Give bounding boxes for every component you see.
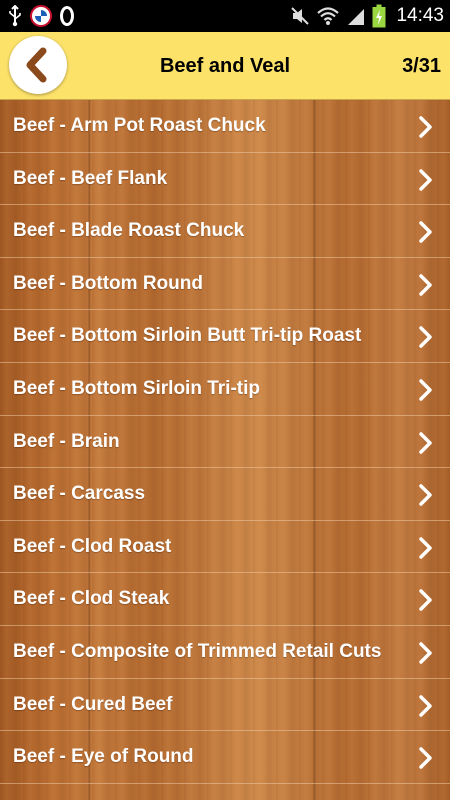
chevron-right-icon: [419, 168, 432, 191]
status-bar-right: 14:43: [290, 3, 444, 29]
chevron-right-icon: [419, 274, 432, 296]
list-item[interactable]: Beef - Clod Steak: [0, 573, 450, 626]
list-item[interactable]: Beef - Bottom Sirloin Tri-tip: [0, 363, 450, 416]
list-item-label: Beef - Carcass: [13, 483, 146, 505]
opera-icon: [60, 6, 74, 26]
list-item-label: Beef - Eye of Round: [13, 746, 194, 768]
list-item[interactable]: Beef - Blade Roast Chuck: [0, 205, 450, 258]
list-item[interactable]: Beef - Clod Roast: [0, 521, 450, 574]
chevron-right-icon: [419, 431, 432, 454]
list-item[interactable]: Beef - Brain: [0, 416, 450, 469]
chevron-right-icon: [419, 642, 432, 664]
clock: 14:43: [396, 5, 444, 26]
food-list[interactable]: Beef - Arm Pot Roast Chuck Beef - Beef F…: [0, 100, 450, 800]
list-item[interactable]: [0, 784, 450, 800]
chevron-right-icon: [419, 326, 432, 349]
battery-charging-icon: [372, 4, 386, 28]
chevron-right-icon: [419, 221, 432, 243]
list-item[interactable]: Beef - Carcass: [0, 468, 450, 521]
chevron-right-icon: [419, 694, 432, 717]
chevron-right-icon: [419, 747, 432, 769]
status-bar-left: [8, 4, 74, 28]
chevron-right-icon: [419, 537, 432, 559]
list-item[interactable]: Beef - Composite of Trimmed Retail Cuts: [0, 626, 450, 679]
mute-icon: [291, 7, 310, 25]
list-item-label: Beef - Cured Beef: [13, 693, 173, 715]
list-item[interactable]: Beef - Beef Flank: [0, 153, 450, 206]
list-item[interactable]: Beef - Eye of Round: [0, 731, 450, 784]
list-item-label: Beef - Composite of Trimmed Retail Cuts: [13, 640, 382, 662]
page-counter: 3/31: [402, 55, 441, 77]
chevron-right-icon: [419, 589, 432, 612]
chevron-right-icon: [419, 116, 432, 138]
page-title: Beef and Veal: [159, 55, 291, 77]
list-item-label: Beef - Clod Steak: [13, 588, 170, 610]
chevron-right-icon: [419, 379, 432, 401]
wifi-icon: [317, 7, 340, 25]
list-item[interactable]: Beef - Arm Pot Roast Chuck: [0, 100, 450, 153]
fcb-badge-icon: [30, 5, 52, 27]
list-item-label: Beef - Bottom Sirloin Butt Tri-tip Roast: [13, 325, 362, 347]
list-item-label: Beef - Beef Flank: [13, 167, 168, 189]
list-item-label: Beef - Bottom Sirloin Tri-tip: [13, 377, 260, 399]
list-item[interactable]: Beef - Bottom Round: [0, 258, 450, 311]
status-bar: 14:43: [0, 0, 450, 32]
app-header: Beef and Veal 3/31: [0, 32, 450, 100]
back-button[interactable]: [9, 36, 67, 94]
signal-icon: [348, 9, 365, 25]
list-item-label: Beef - Blade Roast Chuck: [13, 220, 245, 242]
list-item[interactable]: Beef - Cured Beef: [0, 679, 450, 732]
list-item-label: Beef - Brain: [13, 430, 120, 452]
usb-icon: [9, 5, 21, 27]
list-item-label: Beef - Bottom Round: [13, 272, 203, 294]
chevron-left-icon: [26, 47, 47, 83]
chevron-right-icon: [419, 484, 432, 506]
list-item-label: Beef - Clod Roast: [13, 535, 172, 557]
list-item-label: Beef - Arm Pot Roast Chuck: [13, 115, 266, 136]
list-item[interactable]: Beef - Bottom Sirloin Butt Tri-tip Roast: [0, 310, 450, 363]
